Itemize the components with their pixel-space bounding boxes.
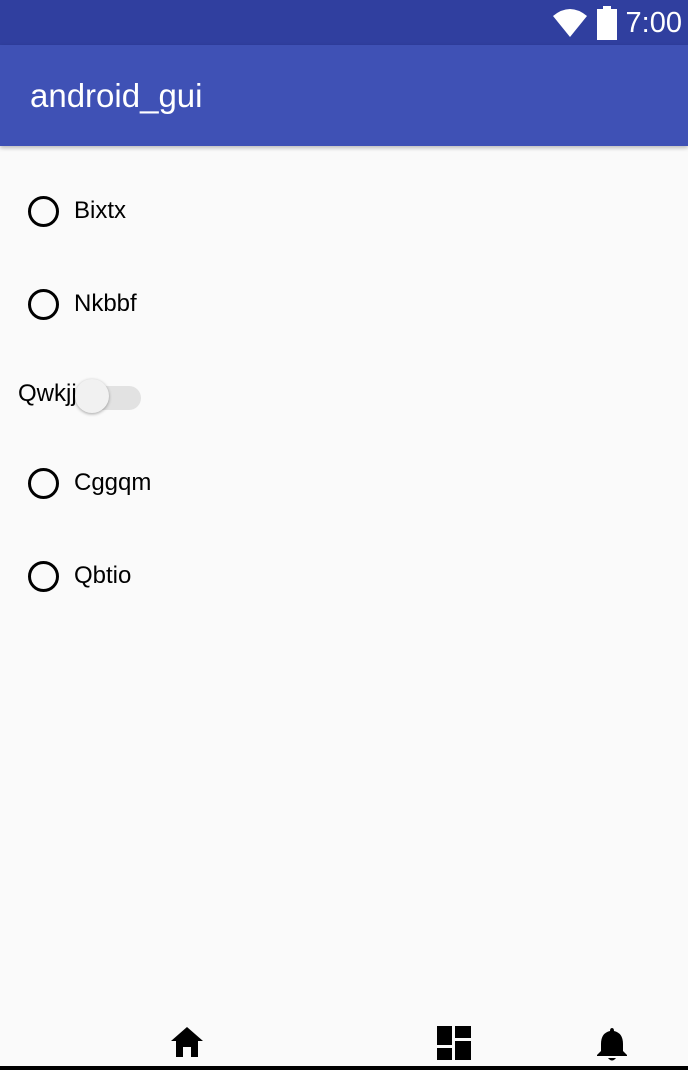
radio-label: Bixtx <box>74 197 127 224</box>
app-title: android_gui <box>30 77 203 114</box>
radio-option-qbtio[interactable]: Qbtio <box>28 556 131 596</box>
radio-option-cggqm[interactable]: Cggqm <box>28 463 151 503</box>
notifications-icon[interactable] <box>596 1026 628 1062</box>
content-area: Bixtx Nkbbf Qwkjj Cggqm Qbtio <box>0 146 688 1036</box>
radio-label: Qbtio <box>74 562 132 589</box>
switch-label: Qwkjj <box>18 380 77 407</box>
radio-label: Cggqm <box>74 469 152 496</box>
bottom-divider <box>0 1066 688 1070</box>
battery-icon <box>597 6 617 40</box>
radio-button-icon[interactable] <box>28 560 59 592</box>
radio-button-icon[interactable] <box>28 467 59 499</box>
radio-option-nkbbf[interactable]: Nkbbf <box>28 284 137 324</box>
switch-option-qwkjj[interactable]: Qwkjj <box>18 374 141 414</box>
home-icon[interactable] <box>170 1026 204 1058</box>
toggle-switch[interactable] <box>74 376 141 413</box>
app-bar: android_gui <box>0 45 688 146</box>
bottom-navigation <box>0 1014 688 1070</box>
radio-button-icon[interactable] <box>28 288 59 320</box>
dashboard-icon[interactable] <box>437 1026 471 1060</box>
radio-button-icon[interactable] <box>28 195 59 227</box>
status-bar: 7:00 <box>0 0 688 45</box>
radio-option-bixtx[interactable]: Bixtx <box>28 191 126 231</box>
wifi-icon <box>553 9 587 37</box>
radio-label: Nkbbf <box>74 290 137 317</box>
switch-thumb[interactable] <box>74 379 109 413</box>
status-time: 7:00 <box>625 7 682 39</box>
